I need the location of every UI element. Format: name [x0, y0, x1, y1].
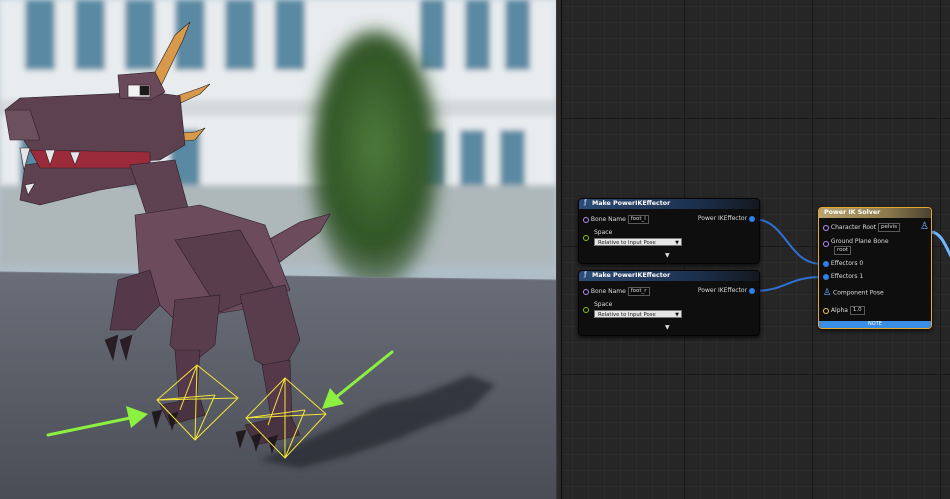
alpha-pin[interactable] — [823, 307, 829, 314]
wire-effector-1 — [752, 276, 823, 292]
bone-name-label: Bone Name — [590, 288, 626, 295]
pose-pin-icon[interactable]: ♙ — [823, 288, 831, 298]
bone-name-row: Bone Name foot_l — [583, 215, 649, 224]
wire-pose-output — [930, 230, 950, 258]
effectors-0-row: Effectors 0 — [823, 260, 863, 267]
function-icon: ƒ — [584, 271, 587, 278]
output-label: Power IKEffector — [697, 287, 748, 294]
expand-arrow-icon[interactable]: ▼ — [665, 324, 670, 331]
function-icon: ƒ — [584, 199, 587, 206]
space-dropdown-value: Relative to Input Pose — [598, 312, 656, 318]
space-row: Space — [583, 229, 612, 241]
output-pin[interactable] — [749, 287, 755, 294]
node-title: Make PowerIKEffector — [592, 272, 671, 279]
effectors-0-label: Effectors 0 — [830, 260, 864, 267]
bone-name-pin[interactable] — [583, 288, 589, 295]
character-root-pin[interactable] — [823, 224, 829, 231]
note-bar: NOTE — [819, 321, 931, 328]
viewport-scene — [0, 0, 556, 499]
space-pin[interactable] — [583, 307, 589, 313]
effectors-1-pin[interactable] — [823, 273, 829, 280]
node-header[interactable]: ƒ Make PowerIKEffector — [579, 199, 759, 209]
node-title: Make PowerIKEffector — [592, 200, 671, 207]
make-effector-node-2[interactable]: ƒ Make PowerIKEffector Bone Name foot_r P… — [578, 270, 760, 336]
character-root-label: Character Root — [830, 224, 877, 231]
bone-name-pin[interactable] — [583, 216, 589, 223]
ground-plane-label: Ground Plane Bone — [830, 238, 889, 245]
expand-arrow-icon[interactable]: ▼ — [665, 252, 670, 259]
component-pose-row: ♙ Component Pose — [823, 288, 884, 298]
effectors-0-pin[interactable] — [823, 260, 829, 267]
effectors-1-label: Effectors 1 — [830, 273, 864, 280]
space-label: Space — [594, 229, 613, 236]
bone-name-label: Bone Name — [590, 216, 626, 223]
character-root-row: Character Root pelvis — [823, 223, 901, 232]
component-pose-label: Component Pose — [833, 289, 884, 297]
editor-window: ƒ Make PowerIKEffector Bone Name foot_l P… — [0, 0, 950, 499]
chevron-down-icon: ▼ — [675, 240, 679, 246]
bone-name-row: Bone Name foot_r — [583, 287, 650, 296]
space-dropdown[interactable]: Relative to Input Pose ▼ — [594, 310, 682, 318]
anim-graph-panel[interactable]: ƒ Make PowerIKEffector Bone Name foot_l P… — [562, 0, 950, 499]
alpha-label: Alpha — [830, 307, 848, 314]
mannequin-icon: ♙ — [920, 221, 929, 232]
alpha-row: Alpha 1.0 — [823, 306, 865, 315]
character-root-field[interactable]: pelvis — [877, 223, 901, 232]
effectors-1-row: Effectors 1 — [823, 273, 863, 280]
wire-effector-0 — [752, 218, 823, 265]
ground-plane-row: Ground Plane Bone — [823, 238, 889, 247]
node-title: Power IK Solver — [824, 209, 881, 216]
node-header[interactable]: Power IK Solver — [819, 208, 931, 218]
make-effector-node-1[interactable]: ƒ Make PowerIKEffector Bone Name foot_l P… — [578, 198, 760, 264]
output-row: Power IKEffector — [698, 287, 755, 294]
ground-plane-field[interactable]: root — [834, 246, 852, 255]
viewport[interactable] — [0, 0, 556, 499]
power-ik-solver-node[interactable]: Power IK Solver Character Root pelvis ♙ … — [818, 207, 932, 329]
space-dropdown[interactable]: Relative to Input Pose ▼ — [594, 238, 682, 246]
output-pin[interactable] — [749, 215, 755, 222]
output-label: Power IKEffector — [697, 215, 748, 222]
tree-background — [310, 30, 440, 290]
space-dropdown-value: Relative to Input Pose — [598, 240, 656, 246]
ground-plane-pin[interactable] — [823, 241, 829, 247]
bone-name-field[interactable]: foot_r — [627, 287, 650, 296]
bone-name-field[interactable]: foot_l — [627, 215, 649, 224]
space-label: Space — [594, 301, 613, 308]
space-pin[interactable] — [583, 235, 589, 241]
chevron-down-icon: ▼ — [675, 312, 679, 318]
alpha-field[interactable]: 1.0 — [849, 306, 865, 315]
space-row: Space — [583, 301, 612, 313]
output-row: Power IKEffector — [698, 215, 755, 222]
node-header[interactable]: ƒ Make PowerIKEffector — [579, 271, 759, 281]
